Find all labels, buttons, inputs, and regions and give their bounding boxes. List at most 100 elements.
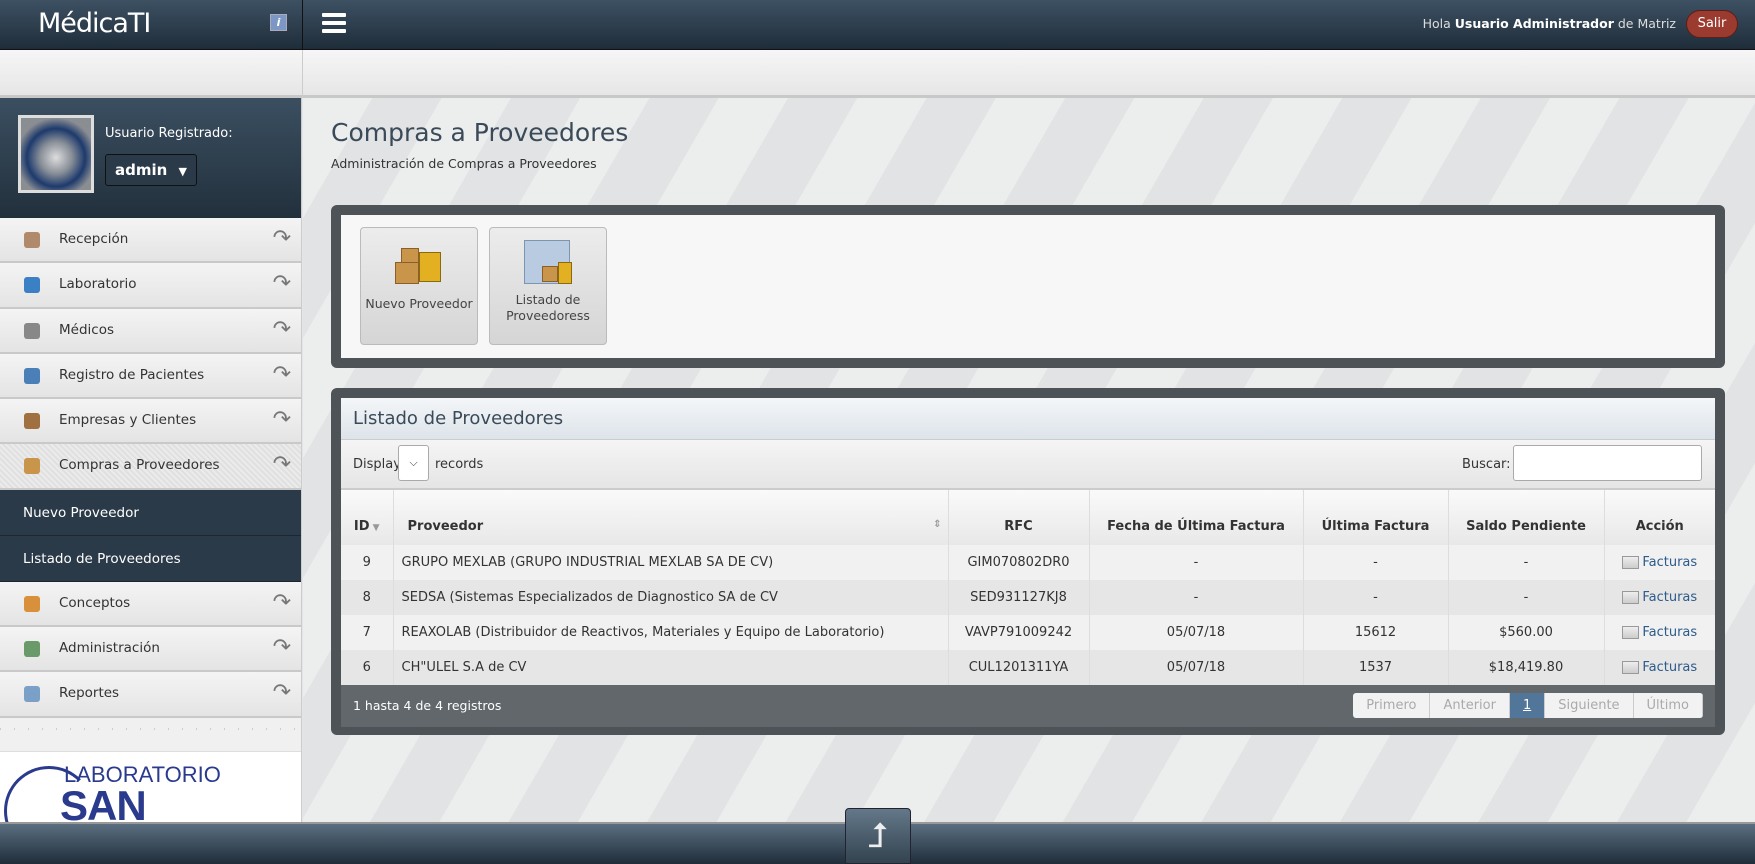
column-header-label: RFC bbox=[1004, 519, 1033, 534]
pager-siguiente[interactable]: Siguiente bbox=[1545, 693, 1634, 718]
search-input[interactable] bbox=[1513, 445, 1702, 481]
table-cell: SEDSA (Sistemas Especializados de Diagno… bbox=[392, 580, 948, 615]
column-header-label: Acción bbox=[1635, 519, 1684, 534]
sort-desc-icon: ▼ bbox=[369, 523, 380, 533]
caret-down-icon: ▼ bbox=[178, 165, 188, 178]
table-cell: GIM070802DR0 bbox=[947, 545, 1089, 580]
lab-logo: LABORATORIO SAN RAFAEL bbox=[0, 751, 301, 822]
table-cell: 8 bbox=[362, 590, 371, 605]
arrow-turn-icon: ↷ bbox=[272, 361, 291, 387]
hamburger-icon[interactable] bbox=[322, 13, 346, 34]
pager-ltimo[interactable]: Último bbox=[1633, 693, 1703, 718]
sidebar-item-empresas-y-clientes[interactable]: Empresas y Clientes ↷ bbox=[0, 399, 301, 445]
invoices-link[interactable]: Facturas bbox=[1622, 590, 1697, 605]
couch-icon bbox=[24, 232, 40, 248]
table-cell: 7 bbox=[362, 625, 371, 640]
table-cell: Facturas bbox=[1603, 545, 1715, 580]
toolbar-panel: Nuevo Proveedor Listado de Proveedoress bbox=[331, 205, 1725, 368]
user-box: Usuario Registrado: admin ▼ bbox=[0, 98, 301, 218]
invoices-link[interactable]: Facturas bbox=[1622, 625, 1697, 640]
pager-anterior[interactable]: Anterior bbox=[1430, 693, 1510, 718]
table-cell: - bbox=[1447, 580, 1604, 615]
invoices-link-label: Facturas bbox=[1642, 555, 1698, 570]
invoices-link[interactable]: Facturas bbox=[1622, 555, 1697, 570]
folder-forklift-icon bbox=[520, 238, 576, 290]
table-row: 6 CH"ULEL S.A de CV CUL1201311YA 05/07/18 15… bbox=[341, 650, 1715, 685]
sidebar-item-laboratorio[interactable]: Laboratorio ↷ bbox=[0, 263, 301, 309]
table-cell: CH"ULEL S.A de CV bbox=[392, 650, 948, 685]
table-cell: Facturas bbox=[1603, 580, 1715, 615]
arrow-turn-icon: ↷ bbox=[272, 226, 291, 251]
column-header[interactable]: Proveedor ⇕ bbox=[392, 490, 948, 545]
sidebar-item-compras-a-proveedores[interactable]: Compras a Proveedores ↷ bbox=[0, 444, 301, 490]
invoice-icon bbox=[1622, 591, 1640, 604]
table-cell: 1537 bbox=[1302, 650, 1448, 685]
table-cell: $18,419.80 bbox=[1447, 650, 1604, 685]
invoices-link[interactable]: Facturas bbox=[1622, 660, 1697, 675]
records-label: records bbox=[435, 457, 484, 472]
sidebar-item-m-dicos[interactable]: Médicos ↷ bbox=[0, 308, 301, 354]
patient-icon bbox=[24, 367, 40, 384]
divider bbox=[0, 717, 301, 752]
avatar bbox=[18, 115, 94, 193]
table-cell: 05/07/18 bbox=[1088, 650, 1303, 685]
sidebar-item-recepci-n[interactable]: Recepción ↷ bbox=[0, 218, 301, 264]
invoice-icon bbox=[1622, 556, 1640, 569]
column-header[interactable]: RFC bbox=[947, 490, 1089, 545]
app-logo: MédicaTI bbox=[38, 8, 151, 39]
column-header-label: ID bbox=[353, 519, 370, 534]
new-provider-button[interactable]: Nuevo Proveedor bbox=[360, 227, 478, 345]
pager-primero[interactable]: Primero bbox=[1353, 693, 1431, 718]
page-title: Compras a Proveedores bbox=[331, 118, 629, 147]
logout-button[interactable]: Salir bbox=[1686, 10, 1738, 38]
sidebar-item-label: Laboratorio bbox=[59, 276, 137, 293]
sidebar: Usuario Registrado: admin ▼ Recepción ↷ La… bbox=[0, 98, 302, 822]
pager-1[interactable]: 1 bbox=[1509, 693, 1546, 718]
submenu-item[interactable]: Nuevo Proveedor bbox=[0, 489, 301, 536]
sidebar-item-registro-de-pacientes[interactable]: Registro de Pacientes ↷ bbox=[0, 353, 301, 400]
table-cell: SED931127KJ8 bbox=[947, 580, 1089, 615]
sidebar-item-label: Empresas y Clientes bbox=[59, 412, 197, 429]
search-label: Buscar: bbox=[1462, 457, 1511, 472]
greeting: Hola Usuario Administrador de Matriz bbox=[1423, 16, 1676, 31]
lab-logo-line2: SAN RAFAEL bbox=[60, 781, 147, 822]
report-icon bbox=[24, 686, 40, 703]
pagination: Primero Anterior 1 Siguiente Último bbox=[1353, 693, 1703, 718]
user-dropdown-label: admin bbox=[115, 161, 168, 179]
column-header[interactable]: ID ▼ bbox=[341, 490, 393, 545]
arrow-up-icon[interactable]: ⮥ bbox=[845, 808, 911, 864]
sidebar-item-administraci-n[interactable]: Administración ↷ bbox=[0, 627, 301, 673]
column-header[interactable]: Última Factura bbox=[1302, 490, 1448, 545]
sidebar-item-reportes[interactable]: Reportes ↷ bbox=[0, 672, 301, 718]
sidebar-item-label: Recepción bbox=[59, 231, 129, 247]
table-cell: - bbox=[1088, 545, 1303, 580]
provider-list-button[interactable]: Listado de Proveedoress bbox=[489, 227, 607, 345]
arrow-turn-icon: ↷ bbox=[272, 452, 291, 478]
table-cell: 15612 bbox=[1302, 615, 1448, 650]
table-cell: $560.00 bbox=[1447, 615, 1604, 650]
invoices-link-label: Facturas bbox=[1642, 625, 1698, 640]
flask-icon bbox=[24, 277, 40, 294]
table-row: 9 GRUPO MEXLAB (GRUPO INDUSTRIAL MEXLAB S… bbox=[341, 545, 1715, 580]
new-provider-label: Nuevo Proveedor bbox=[365, 296, 473, 311]
greeting-suffix: de Matriz bbox=[1617, 16, 1676, 31]
column-header-label: Proveedor bbox=[407, 519, 484, 534]
column-header[interactable]: Saldo Pendiente bbox=[1447, 490, 1604, 545]
table-cell: REAXOLAB (Distribuidor de Reactivos, Mat… bbox=[392, 615, 948, 650]
records-per-page-select[interactable]: ⌵ bbox=[398, 445, 429, 481]
divider bbox=[302, 50, 303, 98]
sidebar-item-conceptos[interactable]: Conceptos ↷ bbox=[0, 581, 301, 628]
table-cell: 05/07/18 bbox=[1088, 615, 1303, 650]
column-header[interactable]: Fecha de Última Factura bbox=[1088, 490, 1303, 545]
submenu-item[interactable]: Listado de Proveedores bbox=[0, 535, 301, 582]
table-cell: 6 bbox=[362, 660, 371, 675]
building-icon bbox=[24, 413, 40, 430]
column-header[interactable]: Acción bbox=[1603, 490, 1715, 545]
table-cell: Facturas bbox=[1603, 615, 1715, 650]
user-dropdown[interactable]: admin ▼ bbox=[105, 154, 197, 186]
info-icon[interactable]: i bbox=[270, 14, 287, 31]
table-cell: CUL1201311YA bbox=[947, 650, 1089, 685]
top-bar: MédicaTI i Hola Usuario Administrador de… bbox=[0, 0, 1755, 50]
table-cell: - bbox=[1447, 545, 1604, 580]
arrow-turn-icon: ↷ bbox=[272, 589, 291, 615]
